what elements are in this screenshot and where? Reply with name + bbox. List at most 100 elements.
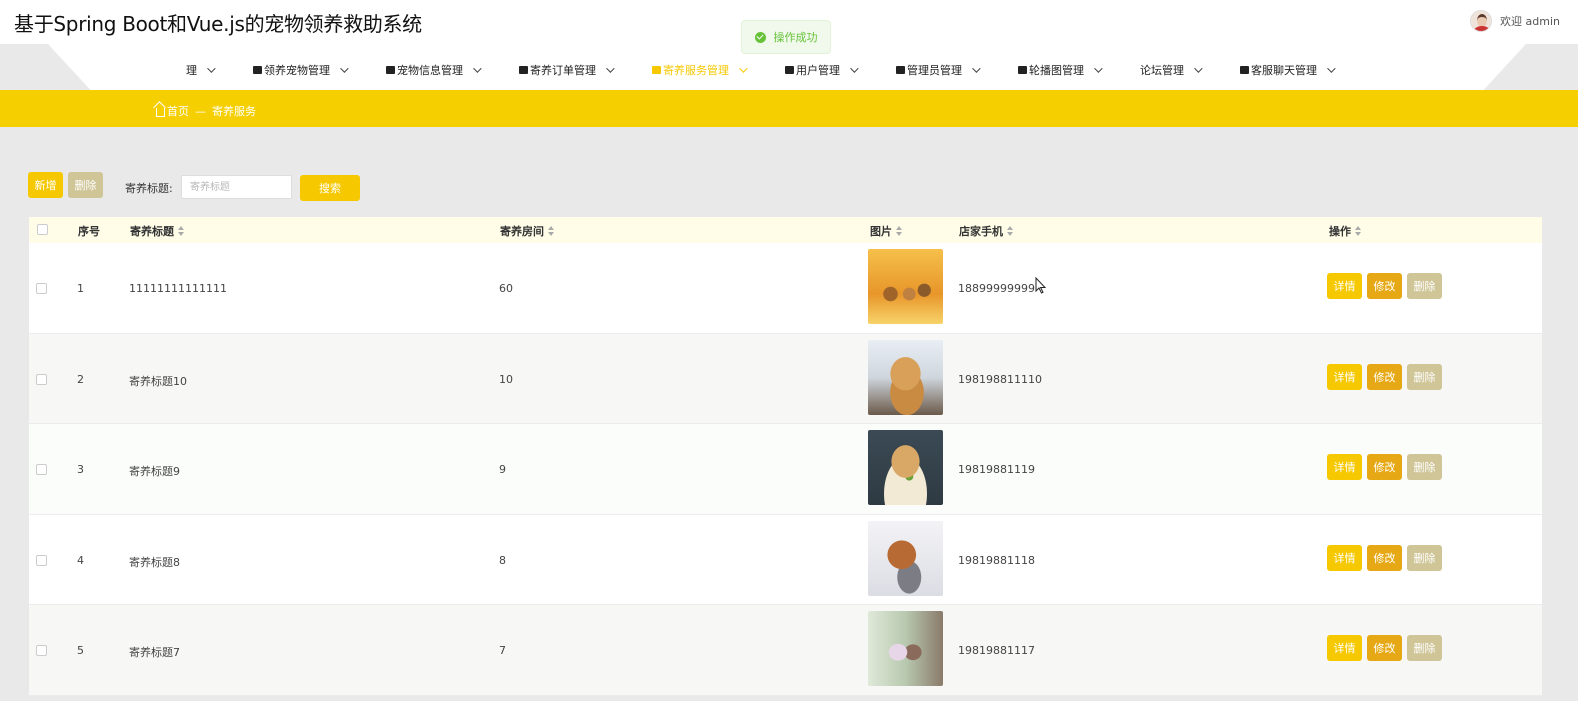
row-checkbox[interactable] [36,554,47,566]
golden-retriever-photo[interactable] [868,339,943,415]
nav-item-label: 宠物信息管理 [397,64,463,77]
chevron-down-icon [850,64,859,73]
detail-button[interactable]: 详情 [1327,635,1362,661]
search-button[interactable]: 搜索 [300,175,360,201]
edit-button[interactable]: 修改 [1367,363,1402,390]
column-label: 序号 [78,225,100,238]
table-row[interactable]: 1 11111111111111 60 18899999999 详情 修改 删除 [29,243,1542,334]
select-all-checkbox[interactable] [37,224,48,235]
add-button[interactable]: 新增 [28,172,63,198]
edit-button[interactable]: 修改 [1367,635,1402,661]
column-header-room[interactable]: 寄养房间 [500,223,554,239]
column-label: 寄养标题 [130,225,174,238]
delete-button[interactable]: 删除 [1407,635,1442,661]
nav-item-foster-order[interactable]: 寄养订单管理 [519,62,615,78]
nav-item-label: 寄养订单管理 [530,64,596,77]
nav-item-label: 用户管理 [796,64,840,77]
nav-item-users[interactable]: 用户管理 [785,62,859,78]
detail-button[interactable]: 详情 [1327,544,1362,571]
breadcrumb: 首页 — 寄养服务 [156,103,256,119]
column-header-actions[interactable]: 操作 [1329,223,1361,239]
menu-icon [519,66,528,74]
delete-button[interactable]: 删除 [1407,363,1442,390]
batch-delete-button[interactable]: 删除 [68,172,103,198]
delete-button[interactable]: 删除 [1407,454,1442,480]
chevron-down-icon [207,64,216,73]
cell-index: 4 [77,553,84,567]
nav-item-partial[interactable]: 理 [186,62,216,78]
nav-item-foster-service[interactable]: 寄养服务管理 [652,62,748,78]
sort-icon[interactable] [1007,226,1013,236]
success-toast: 操作成功 [741,20,831,54]
row-checkbox[interactable] [36,373,47,385]
chevron-down-icon [972,64,981,73]
welcome-text: 欢迎 admin [1500,15,1560,28]
nav-item-forum[interactable]: 论坛管理 [1140,62,1203,78]
sort-icon[interactable] [548,226,554,236]
menu-icon [896,66,905,74]
detail-button[interactable]: 详情 [1327,454,1362,480]
column-label: 寄养房间 [500,225,544,238]
cell-phone: 19819881119 [958,463,1035,476]
column-header-image[interactable]: 图片 [870,223,902,239]
nav-item-label: 轮播图管理 [1029,64,1084,77]
hamster-photo[interactable] [868,430,943,505]
row-checkbox[interactable] [36,645,47,656]
data-table: 序号 寄养标题 寄养房间 图片 店家手机 操作 1 11111111111111… [29,217,1542,696]
cell-title: 11111111111111 [129,282,227,295]
menu-icon [785,66,794,74]
chevron-down-icon [340,64,349,73]
column-header-index: 序号 [78,223,100,239]
nav-item-label: 客服聊天管理 [1251,64,1317,77]
nav-item-admins[interactable]: 管理员管理 [896,62,981,78]
detail-button[interactable]: 详情 [1327,273,1362,299]
cell-index: 5 [77,644,84,657]
delete-button[interactable]: 删除 [1407,273,1442,299]
cell-room: 8 [499,553,506,567]
table-row[interactable]: 2 寄养标题10 10 198198811110 详情 修改 删除 [29,333,1542,424]
breadcrumb-home[interactable]: 首页 [167,103,189,119]
column-header-phone[interactable]: 店家手机 [959,223,1013,239]
delete-button[interactable]: 删除 [1407,544,1442,571]
cell-phone: 19819881117 [958,644,1035,657]
nav-item-pet-info[interactable]: 宠物信息管理 [386,62,482,78]
column-header-title[interactable]: 寄养标题 [130,223,184,239]
edit-button[interactable]: 修改 [1367,454,1402,480]
hamsters-photo[interactable] [868,249,943,324]
menu-icon [386,66,395,74]
nav-item-carousel[interactable]: 轮播图管理 [1018,62,1103,78]
row-checkbox[interactable] [36,464,47,475]
nav-item-label: 领养宠物管理 [264,64,330,77]
chevron-down-icon [739,64,748,73]
row-checkbox[interactable] [36,283,47,294]
breadcrumb-separator: — [195,104,206,118]
sort-icon[interactable] [178,226,184,236]
avatar[interactable] [1470,10,1493,32]
table-row[interactable]: 5 寄养标题7 7 19819881117 详情 修改 删除 [29,605,1542,696]
table-row[interactable]: 3 寄养标题9 9 19819881119 详情 修改 删除 [29,424,1542,515]
nav-item-chat[interactable]: 客服聊天管理 [1240,62,1336,78]
cell-index: 2 [77,372,84,386]
cell-room: 9 [499,463,506,476]
column-label: 图片 [870,225,892,238]
detail-button[interactable]: 详情 [1327,363,1362,390]
search-input[interactable] [181,175,292,199]
search-label: 寄养标题: [125,182,173,195]
menu-icon [1018,66,1027,74]
user-menu[interactable]: 欢迎 admin [1470,10,1560,32]
menu-icon [253,66,262,74]
sort-icon[interactable] [1355,226,1361,236]
cell-phone: 19819881118 [958,553,1035,567]
nav-item-label: 管理员管理 [907,64,962,77]
edit-button[interactable]: 修改 [1367,273,1402,299]
chevron-down-icon [1327,64,1336,73]
kids-window-photo[interactable] [868,611,943,686]
sort-icon[interactable] [896,226,902,236]
nav-item-adopt-pet[interactable]: 领养宠物管理 [253,62,349,78]
edit-button[interactable]: 修改 [1367,544,1402,571]
nav-item-label: 论坛管理 [1140,64,1184,77]
dog-and-cat-photo[interactable] [868,520,943,596]
app-title: 基于Spring Boot和Vue.js的宠物领养救助系统 [14,12,422,36]
table-row[interactable]: 4 寄养标题8 8 19819881118 详情 修改 删除 [29,514,1542,605]
chevron-down-icon [606,64,615,73]
